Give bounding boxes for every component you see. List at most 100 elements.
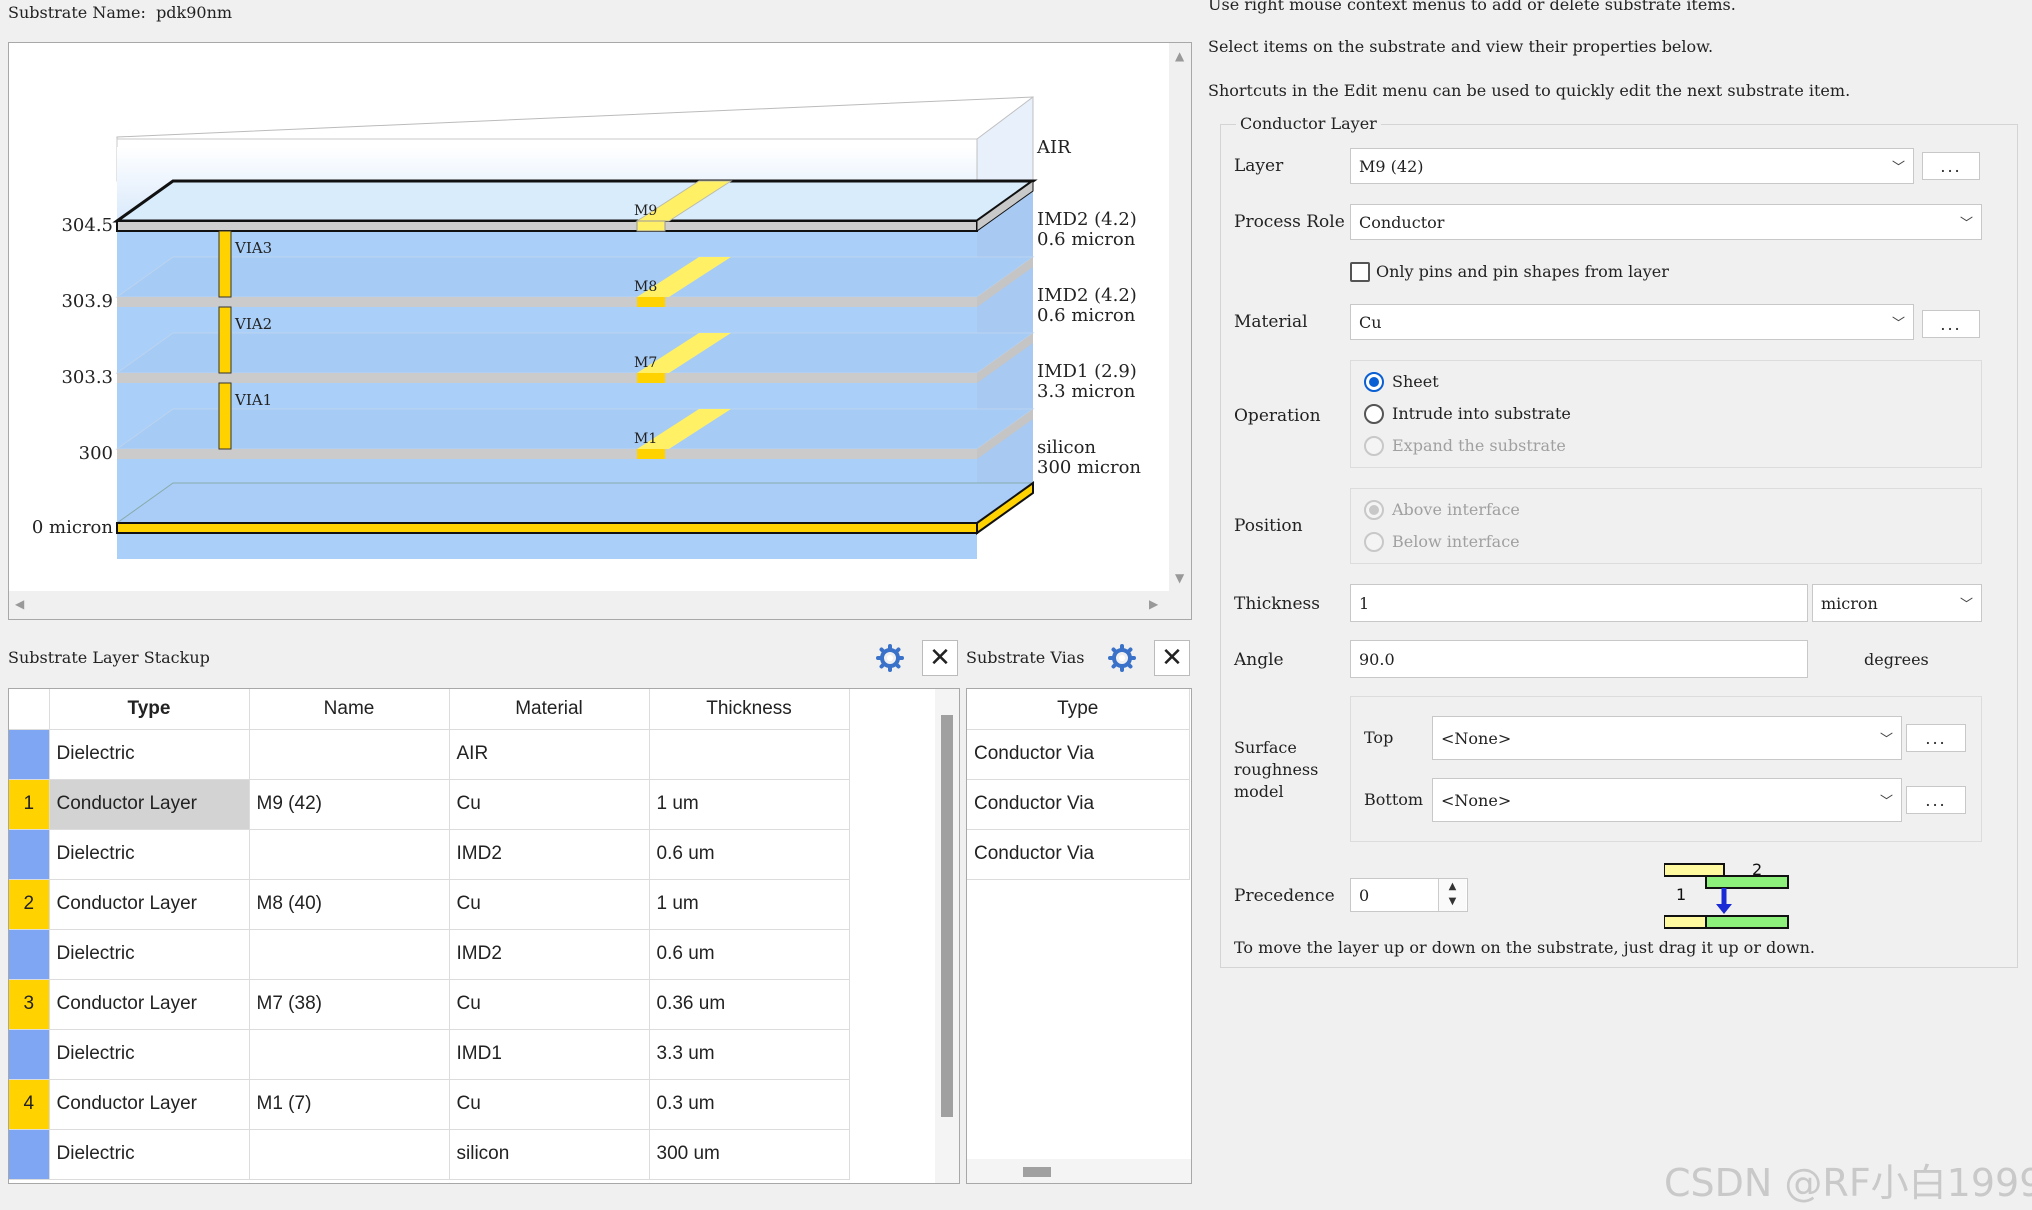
roughness-top-select[interactable]: <None> ﹀ [1432,716,1902,760]
row-index[interactable] [9,1129,50,1180]
vias-settings-button[interactable] [1104,640,1140,676]
layer-select[interactable]: M9 (42) ﹀ [1350,148,1914,184]
table-row[interactable]: Dielectric silicon 300 um [9,1129,850,1180]
row-thickness[interactable] [649,729,850,780]
vias-scroll-thumb[interactable] [1023,1167,1051,1177]
scroll-down-icon[interactable]: ▼ [1175,571,1184,585]
row-thickness[interactable]: 0.6 um [649,829,850,880]
row-name[interactable] [249,1029,450,1080]
column-header-type[interactable]: Type [49,689,250,730]
row-thickness[interactable]: 1 um [649,779,850,830]
vias-delete-button[interactable]: ✕ [1154,640,1190,676]
row-material[interactable]: Cu [449,879,650,930]
row-index[interactable] [9,929,50,980]
table-row[interactable]: Dielectric IMD2 0.6 um [9,929,850,980]
substrate-3d-view[interactable]: VIA3 VIA2 VIA1 M9 M8 M7 M1 304.5 303.9 3… [9,43,1169,591]
row-thickness[interactable]: 300 um [649,1129,850,1180]
via-row[interactable]: Conductor Via [967,729,1190,780]
angle-input[interactable]: 90.0 [1350,640,1808,678]
row-thickness[interactable]: 1 um [649,879,850,930]
table-row[interactable]: 2 Conductor Layer M8 (40) Cu 1 um [9,879,850,930]
layer-more-button[interactable]: ... [1922,152,1980,180]
table-row[interactable]: Dielectric IMD2 0.6 um [9,829,850,880]
via-type-cell[interactable]: Conductor Via [967,829,1190,880]
row-type[interactable]: Conductor Layer [49,779,250,830]
row-material[interactable]: silicon [449,1129,650,1180]
row-index[interactable] [9,829,50,880]
row-type[interactable]: Dielectric [49,929,250,980]
row-name[interactable] [249,729,450,780]
diagram-vertical-scrollbar[interactable]: ▲ ▼ [1169,43,1191,591]
row-name[interactable] [249,1129,450,1180]
roughness-top-more-button[interactable]: ... [1906,724,1966,752]
row-material[interactable]: IMD2 [449,829,650,880]
diagram-horizontal-scrollbar[interactable]: ◀ ▶ [9,591,1191,619]
via-row[interactable]: Conductor Via [967,779,1190,830]
row-name[interactable]: M7 (38) [249,979,450,1030]
process-role-select[interactable]: Conductor ﹀ [1350,204,1982,240]
row-name[interactable]: M9 (42) [249,779,450,830]
material-more-button[interactable]: ... [1922,310,1980,338]
row-material[interactable]: Cu [449,1079,650,1130]
row-thickness[interactable]: 0.3 um [649,1079,850,1130]
row-name[interactable]: M8 (40) [249,879,450,930]
column-header-name[interactable]: Name [249,689,450,730]
row-type[interactable]: Dielectric [49,1129,250,1180]
row-type[interactable]: Conductor Layer [49,1079,250,1130]
row-name[interactable] [249,929,450,980]
op-intrude-radio[interactable] [1364,404,1384,424]
row-index[interactable]: 4 [9,1079,50,1130]
vias-column-header-type[interactable]: Type [967,689,1190,730]
via1-bar[interactable] [218,382,232,450]
row-index[interactable] [9,1029,50,1080]
roughness-bottom-more-button[interactable]: ... [1906,786,1966,814]
row-name[interactable]: M1 (7) [249,1079,450,1130]
thickness-unit-select[interactable]: micron ﹀ [1812,584,1982,622]
row-type[interactable]: Dielectric [49,1029,250,1080]
table-row[interactable]: Dielectric IMD1 3.3 um [9,1029,850,1080]
via2-bar[interactable] [218,306,232,374]
via-type-cell[interactable]: Conductor Via [967,729,1190,780]
row-type[interactable]: Dielectric [49,829,250,880]
row-index[interactable]: 2 [9,879,50,930]
row-material[interactable]: IMD1 [449,1029,650,1080]
thickness-input[interactable]: 1 [1350,584,1808,622]
row-material[interactable]: Cu [449,979,650,1030]
row-thickness[interactable]: 0.36 um [649,979,850,1030]
via3-bar[interactable] [218,230,232,298]
table-row[interactable]: 4 Conductor Layer M1 (7) Cu 0.3 um [9,1079,850,1130]
row-thickness[interactable]: 3.3 um [649,1029,850,1080]
material-select[interactable]: Cu ﹀ [1350,304,1914,340]
conductor-layer-m1[interactable] [115,408,1035,459]
stackup-settings-button[interactable] [872,640,908,676]
scroll-up-icon[interactable]: ▲ [1175,49,1184,63]
scroll-left-icon[interactable]: ◀ [15,597,24,611]
column-header-thickness[interactable]: Thickness [649,689,850,730]
row-index[interactable]: 3 [9,979,50,1030]
column-header-material[interactable]: Material [449,689,650,730]
table-row[interactable]: 1 Conductor Layer M9 (42) Cu 1 um [9,779,850,830]
roughness-bottom-select[interactable]: <None> ﹀ [1432,778,1902,822]
stackup-scrollbar[interactable] [935,689,959,1183]
row-thickness[interactable]: 0.6 um [649,929,850,980]
spin-up-icon[interactable]: ▲ [1439,879,1466,894]
spin-down-icon[interactable]: ▼ [1439,894,1466,909]
scroll-right-icon[interactable]: ▶ [1149,597,1158,611]
row-type[interactable]: Conductor Layer [49,979,250,1030]
row-name[interactable] [249,829,450,880]
table-row[interactable]: Dielectric AIR [9,729,850,780]
row-type[interactable]: Conductor Layer [49,879,250,930]
precedence-spinner[interactable]: ▲ ▼ [1438,879,1466,911]
op-sheet-radio[interactable] [1364,372,1384,392]
stackup-table[interactable]: Type Name Material Thickness Dielectric A… [8,688,960,1184]
row-material[interactable]: Cu [449,779,650,830]
substrate-diagram-panel[interactable]: VIA3 VIA2 VIA1 M9 M8 M7 M1 304.5 303.9 3… [8,42,1192,620]
row-type[interactable]: Dielectric [49,729,250,780]
vias-table[interactable]: Type Conductor Via Conductor Via Conductor… [966,688,1192,1184]
conductor-layer-m7[interactable] [115,332,1035,383]
vias-scrollbar[interactable] [967,1159,1191,1183]
row-material[interactable]: IMD2 [449,929,650,980]
conductor-layer-m8[interactable] [115,256,1035,307]
stackup-scroll-thumb[interactable] [941,715,953,1117]
only-pins-checkbox[interactable] [1350,262,1370,282]
